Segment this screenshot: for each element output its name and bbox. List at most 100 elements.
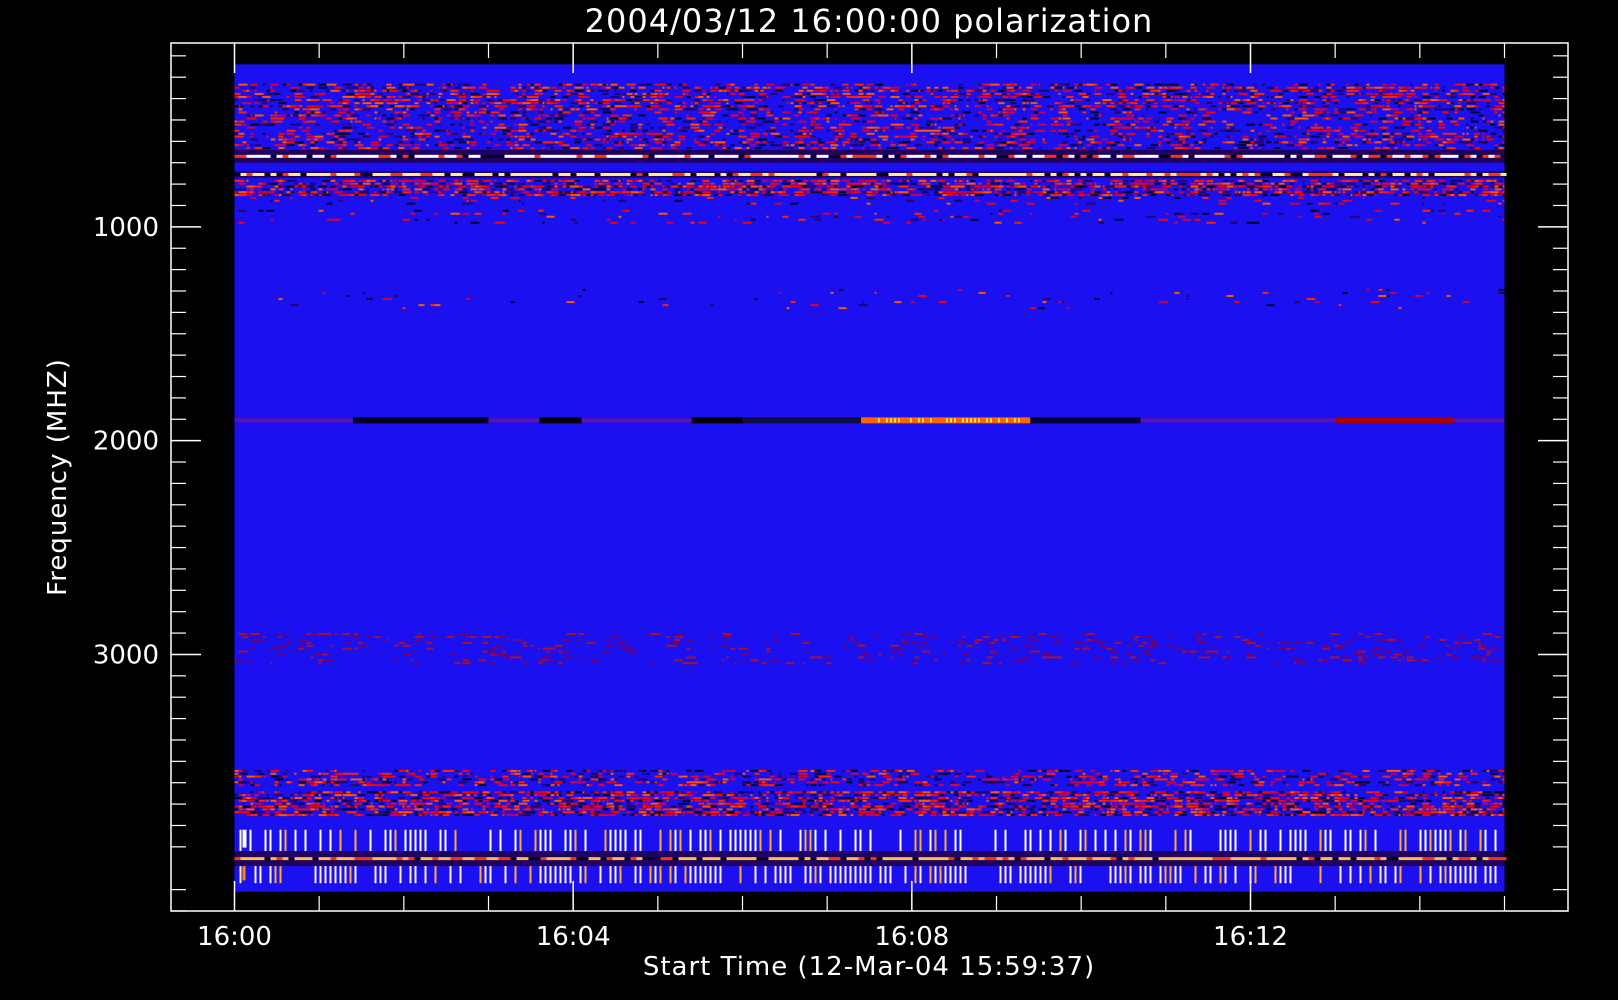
feature-pixel [286, 185, 290, 188]
feature-pixel [390, 185, 396, 188]
feature-pixel [1386, 126, 1389, 129]
feature-pixel [322, 182, 326, 185]
feature-pixel [390, 191, 393, 194]
feature-pixel [870, 144, 879, 147]
feature-segment [1464, 172, 1471, 176]
feature-pixel [954, 191, 958, 194]
feature-pixel [970, 644, 973, 647]
feature-pixel [842, 179, 851, 182]
feature-pixel [1122, 92, 1126, 95]
feature-pixel [706, 191, 711, 194]
feature-pixel [1354, 123, 1362, 126]
feature-pixel [858, 92, 864, 95]
feature-pixel [1062, 141, 1068, 144]
feature-pixel [1354, 129, 1358, 132]
feature-segment [612, 154, 619, 158]
feature-pixel [674, 86, 677, 89]
feature-pixel [954, 199, 963, 202]
feature-pixel [518, 135, 526, 138]
feature-pixel [842, 83, 849, 86]
feature-pixel [978, 194, 982, 197]
feature-pixel [238, 209, 246, 212]
feature-pixel [582, 117, 586, 120]
feature-pixel [738, 129, 745, 132]
feature-pixel [862, 301, 865, 304]
feature-pixel [1242, 194, 1247, 197]
feature-pixel [510, 135, 514, 138]
feature-pixel [966, 194, 969, 197]
feature-pixel [1230, 129, 1239, 132]
feature-pixel [874, 141, 880, 144]
feature-pixel [1454, 135, 1464, 138]
feature-pixel [622, 135, 627, 138]
feature-pixel [1446, 114, 1450, 117]
feature-pixel [1206, 221, 1216, 224]
feature-pixel [1182, 194, 1187, 197]
feature-pixel [386, 135, 389, 138]
feature-pixel [486, 182, 489, 185]
feature-segment [306, 172, 313, 176]
feature-pixel [1474, 147, 1481, 150]
feature-pixel [1418, 111, 1422, 114]
feature-pixel [1222, 108, 1227, 111]
feature-pixel [806, 185, 816, 188]
feature-pixel [554, 99, 561, 102]
feature-segment [977, 418, 980, 423]
feature-pixel [1214, 182, 1223, 185]
feature-segment [522, 154, 529, 158]
feature-pixel [826, 105, 836, 108]
feature-pixel [374, 95, 382, 98]
feature-pixel [658, 138, 663, 141]
feature-pixel [1366, 132, 1375, 135]
feature-pixel [1266, 95, 1269, 98]
feature-pixel [406, 129, 416, 132]
feature-pixel [1194, 108, 1197, 111]
feature-pixel [1006, 108, 1016, 111]
feature-pixel [898, 105, 908, 108]
feature-pixel [458, 212, 461, 215]
feature-pixel [318, 83, 327, 86]
feature-pixel [1298, 191, 1303, 194]
feature-pixel [618, 644, 622, 647]
feature-segment [1128, 172, 1135, 176]
feature-pixel [294, 111, 299, 114]
feature-pixel [942, 653, 946, 656]
feature-pixel [662, 144, 665, 147]
feature-pixel [290, 86, 300, 89]
feature-pixel [902, 117, 907, 120]
feature-pixel [810, 141, 818, 144]
feature-segment [1404, 154, 1411, 158]
feature-pixel [866, 92, 875, 95]
feature-pixel [958, 185, 965, 188]
feature-pixel [1174, 95, 1180, 98]
feature-pixel [722, 138, 726, 141]
feature-pixel [722, 126, 727, 129]
feature-pixel [1334, 138, 1338, 141]
feature-pixel [1286, 647, 1291, 650]
feature-pixel [1050, 656, 1055, 659]
feature-pixel [366, 132, 369, 135]
feature-segment [258, 172, 265, 176]
feature-pixel [250, 144, 253, 147]
feature-pixel [1006, 111, 1016, 114]
feature-pixel [942, 218, 945, 221]
feature-pixel [1462, 92, 1472, 95]
feature-pixel [698, 102, 701, 105]
feature-pixel [530, 194, 535, 197]
feature-pixel [866, 659, 874, 662]
feature-pixel [1126, 138, 1130, 141]
feature-segment [516, 172, 523, 176]
feature-pixel [1138, 117, 1144, 120]
feature-segment [654, 172, 661, 176]
feature-segment [1314, 154, 1321, 158]
feature-pixel [286, 633, 290, 636]
feature-pixel [918, 99, 923, 102]
feature-pixel [1198, 179, 1206, 182]
feature-pixel [1038, 129, 1046, 132]
feature-segment [498, 154, 505, 158]
feature-pixel [698, 108, 704, 111]
feature-pixel [1074, 86, 1077, 89]
feature-pixel [298, 638, 308, 641]
feature-pixel [834, 89, 839, 92]
feature-pixel [1082, 111, 1087, 114]
